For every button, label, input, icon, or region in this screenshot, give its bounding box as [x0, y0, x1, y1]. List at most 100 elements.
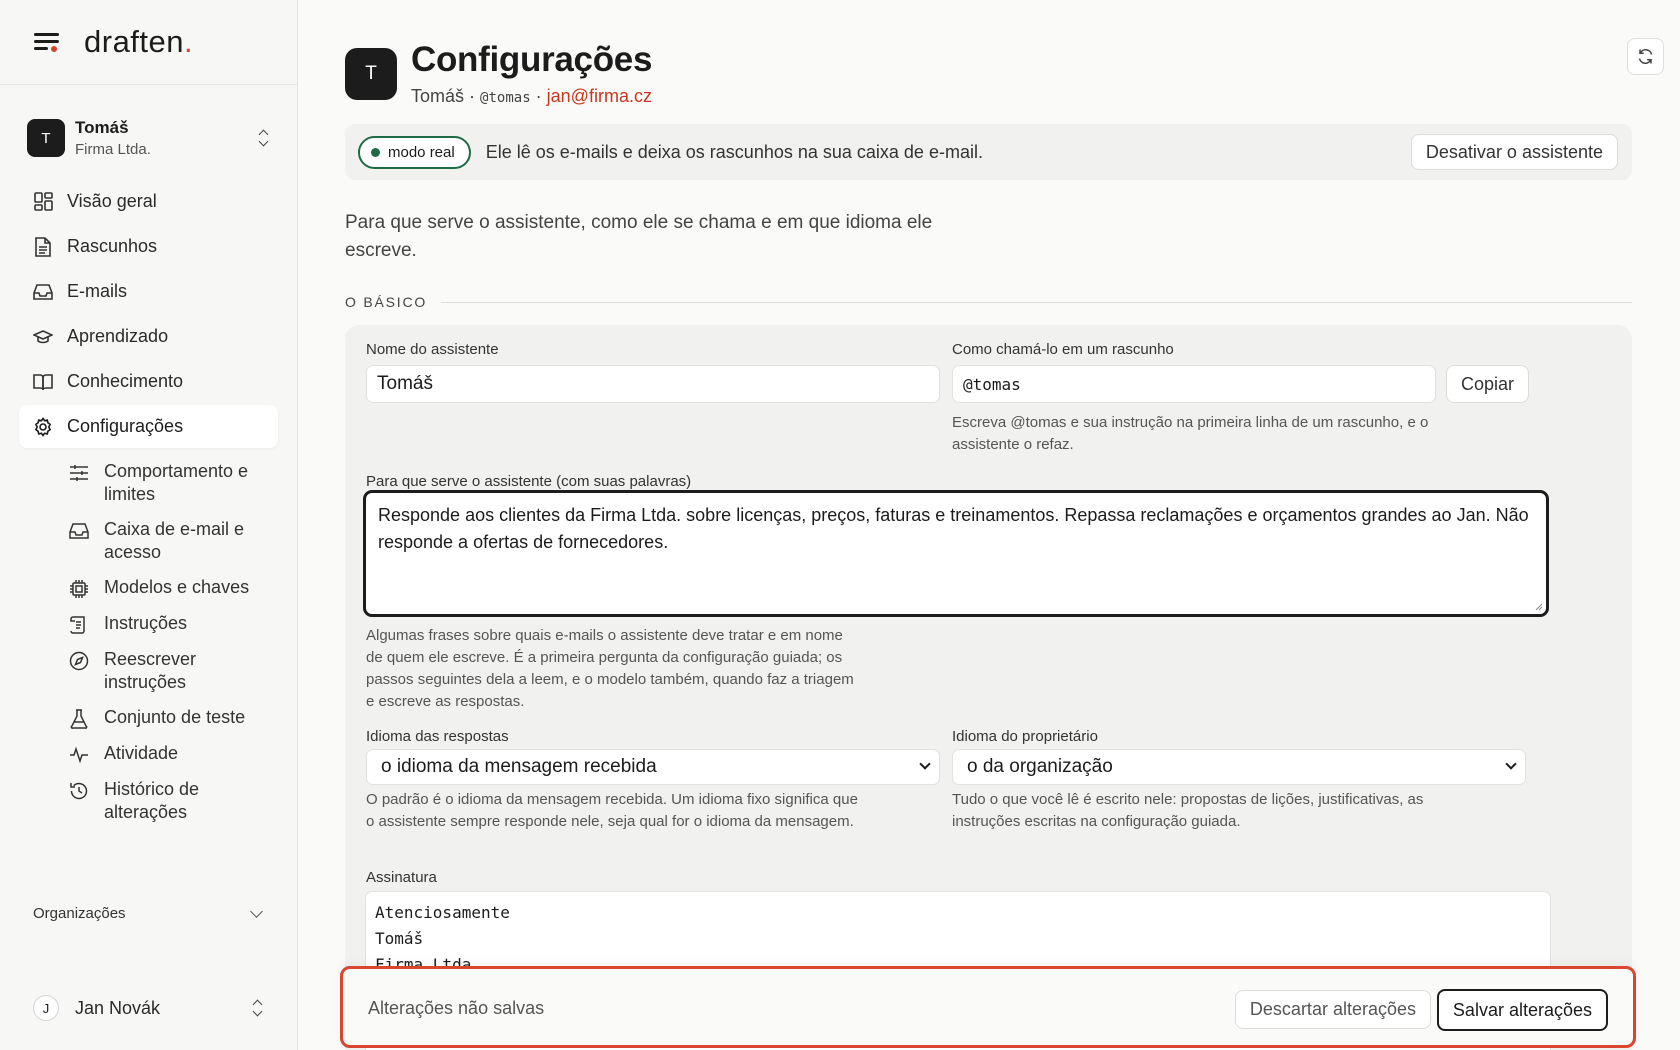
account-org: Firma Ltda. [75, 141, 151, 158]
save-button[interactable]: Salvar alterações [1436, 989, 1608, 1031]
owner-language-help: Tudo o que você lê é escrito nele: propo… [952, 791, 1424, 830]
subnav-item-test-set[interactable]: Conjunto de teste [68, 700, 297, 736]
user-menu[interactable]: J Jan Novák [33, 993, 265, 1023]
section-heading: O BÁSICO [345, 294, 1632, 310]
account-switcher[interactable]: T Tomáš Firma Ltda. [0, 108, 297, 168]
purpose-label: Para que serve o assistente (com suas pa… [366, 473, 692, 490]
unsaved-changes-bar: Alterações não salvas Descartar alteraçõ… [340, 966, 1636, 1048]
subnav-item-label: Comportamento e limites [104, 461, 249, 504]
refresh-icon [1638, 49, 1653, 64]
sidebar: draften. T Tomáš Firma Ltda. Visão geral… [0, 0, 298, 1050]
account-avatar: T [27, 119, 65, 157]
resize-grip-icon[interactable] [1533, 601, 1543, 611]
sidebar-item-label: Rascunhos [67, 236, 158, 256]
subnav-item-label: Reescrever instruções [104, 649, 197, 692]
subnav-item-models[interactable]: Modelos e chaves [68, 570, 297, 606]
purpose-textarea[interactable]: Responde aos clientes da Firma Ltda. sob… [363, 490, 1549, 617]
gear-icon [33, 416, 53, 437]
activity-icon [68, 744, 90, 766]
brand-bar: draften. [0, 0, 297, 85]
subnav-item-label: Conjunto de teste [104, 707, 246, 727]
intro-text: Para que serve o assistente, como ele se… [345, 212, 933, 261]
sidebar-item-label: E-mails [67, 281, 128, 301]
subnav-item-history[interactable]: Histórico de alterações [68, 772, 297, 830]
assistant-name-input[interactable]: Tomáš [366, 365, 940, 403]
flask-icon [68, 708, 90, 730]
basics-card: Nome do assistente Tomáš Como chamá-lo e… [345, 325, 1632, 1050]
page-header: T Configurações Tomáš · @tomas · jan@fir… [345, 40, 652, 107]
call-handle-label: Como chamá-lo em um rascunho [952, 341, 1174, 358]
subnav-item-mailbox[interactable]: Caixa de e-mail e acesso [68, 512, 297, 570]
organizations-toggle[interactable]: Organizações [33, 905, 265, 922]
live-dot-icon [371, 147, 380, 157]
sidebar-item-label: Visão geral [67, 191, 157, 211]
logo[interactable]: draften. [84, 24, 193, 60]
page-title: Configurações [411, 40, 653, 79]
discard-button[interactable]: Descartar alterações [1234, 990, 1431, 1029]
copy-button[interactable]: Copiar [1446, 365, 1530, 403]
status-badge: modo real [358, 135, 471, 169]
inbox-icon [68, 520, 90, 542]
subnav-item-label: Modelos e chaves [104, 577, 250, 597]
subnav-item-behavior[interactable]: Comportamento e limites [68, 454, 297, 512]
assistant-avatar: T [345, 48, 397, 100]
deactivate-assistant-button[interactable]: Desativar o assistente [1410, 134, 1618, 170]
user-avatar: J [33, 995, 59, 1021]
subnav-item-activity[interactable]: Atividade [68, 736, 297, 772]
sidebar-item-label: Aprendizado [67, 326, 169, 346]
assistant-name: Tomáš [411, 86, 465, 106]
sidebar-item-drafts[interactable]: Rascunhos [19, 225, 278, 268]
subnav-item-label: Caixa de e-mail e acesso [104, 519, 245, 562]
dashboard-icon [33, 192, 53, 212]
sidebar-item-overview[interactable]: Visão geral [19, 180, 278, 223]
sidebar-item-settings[interactable]: Configurações [19, 405, 278, 448]
status-text: Ele lê os e-mails e deixa os rascunhos n… [485, 141, 983, 162]
subnav-item-label: Instruções [104, 613, 188, 633]
section-divider [441, 301, 1632, 303]
document-icon [33, 236, 53, 257]
scroll-icon [68, 614, 90, 636]
sidebar-item-label: Conhecimento [67, 371, 184, 391]
status-banner: modo real Ele lê os e-mails e deixa os r… [345, 124, 1632, 180]
chevron-down-icon [1505, 758, 1517, 770]
main-content: T Configurações Tomáš · @tomas · jan@fir… [298, 0, 1680, 1050]
sliders-icon [68, 462, 90, 484]
assistant-handle: @tomas [480, 90, 531, 106]
owner-language-select[interactable]: o da organização [952, 749, 1526, 785]
reply-language-select[interactable]: o idioma da mensagem recebida [366, 749, 940, 785]
page-subtitle: Tomáš · @tomas · jan@firma.cz [411, 86, 652, 106]
sidebar-nav: Visão geral Rascunhos E-mails Aprendizad… [0, 180, 297, 830]
owner-language-label: Idioma do proprietário [952, 728, 1098, 745]
sidebar-item-emails[interactable]: E-mails [19, 270, 278, 313]
sidebar-item-learning[interactable]: Aprendizado [19, 315, 278, 358]
compass-icon [68, 650, 90, 672]
subnav-item-rewrite[interactable]: Reescrever instruções [68, 642, 297, 700]
call-handle-help: Escreva @tomas e sua instrução na primei… [952, 414, 1429, 453]
sidebar-item-knowledge[interactable]: Conhecimento [19, 360, 278, 403]
graduation-cap-icon [33, 327, 53, 347]
history-icon [68, 780, 90, 802]
sidebar-item-label: Configurações [67, 416, 184, 436]
call-handle-input[interactable]: @tomas [952, 365, 1436, 403]
reply-language-label: Idioma das respostas [366, 728, 509, 745]
reply-language-help: O padrão é o idioma da mensagem recebida… [366, 791, 858, 830]
inbox-icon [33, 282, 53, 302]
chevron-updown-icon [257, 129, 271, 147]
subnav-item-label: Histórico de alterações [104, 779, 200, 822]
unsaved-status: Alterações não salvas [368, 998, 545, 1018]
subnav-item-label: Atividade [104, 743, 179, 763]
book-icon [33, 372, 53, 392]
user-name: Jan Novák [75, 997, 161, 1018]
owner-email[interactable]: jan@firma.cz [547, 86, 652, 106]
refresh-button[interactable] [1627, 38, 1664, 75]
purpose-help: Algumas frases sobre quais e-mails o ass… [366, 627, 854, 710]
chevron-down-icon [250, 905, 263, 918]
assistant-name-label: Nome do assistente [366, 341, 499, 358]
account-name: Tomáš [75, 118, 129, 137]
subnav-item-instructions[interactable]: Instruções [68, 606, 297, 642]
menu-icon[interactable] [34, 32, 60, 52]
chevron-down-icon [919, 758, 931, 770]
signature-label: Assinatura [366, 869, 437, 886]
organizations-label: Organizações [33, 905, 126, 922]
chip-icon [68, 578, 90, 600]
